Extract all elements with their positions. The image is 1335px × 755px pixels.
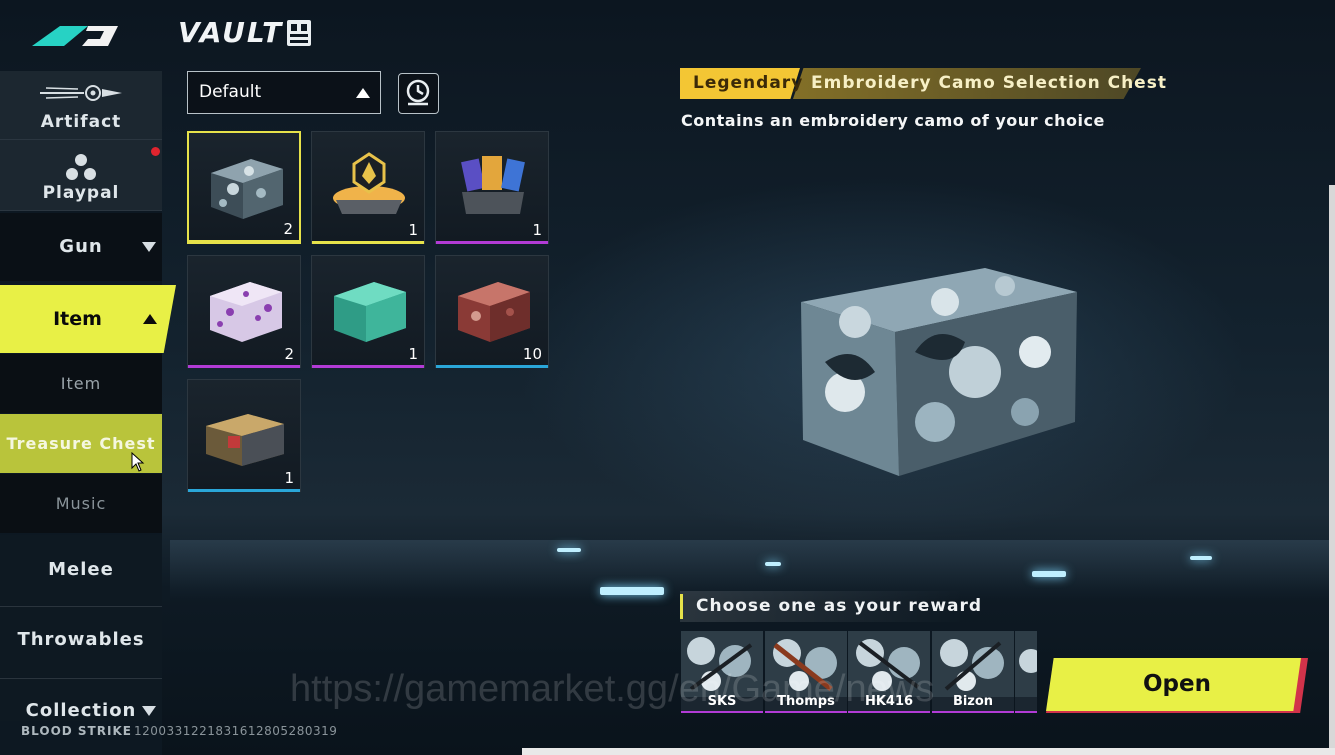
dropdown-value: Default (199, 82, 262, 102)
inventory-item[interactable]: 10 (435, 255, 549, 368)
item-quantity: 1 (408, 221, 418, 239)
camo-pattern-icon (932, 631, 1014, 697)
inventory-item[interactable]: 2 (187, 131, 301, 244)
item-quantity: 1 (532, 221, 542, 239)
desktop-taskbar (522, 748, 1335, 755)
notification-badge (151, 147, 160, 156)
blood-strike-logo (32, 26, 118, 46)
item-quantity: 10 (522, 345, 542, 363)
sidebar-item-label: Music (55, 494, 107, 513)
page-title: VAULT (178, 16, 284, 49)
rarity-bar (312, 365, 424, 368)
rarity-bar (188, 365, 300, 368)
sidebar-item-throwables[interactable]: Throwables (0, 607, 162, 677)
inventory-item[interactable]: 1 (435, 131, 549, 244)
purple-splatter-chest-icon (210, 282, 282, 342)
footer-id: 1200331221831612805280319 (134, 724, 338, 738)
floor-light (600, 587, 664, 595)
playpal-icon (66, 154, 96, 180)
reward-header-text: Choose one as your reward (696, 596, 983, 616)
sidebar-subitem-item[interactable]: Item (0, 354, 162, 413)
rarity-bar (312, 241, 424, 244)
embroidery-chest-icon (211, 159, 283, 219)
sidebar-item-playpal[interactable]: Playpal (0, 140, 162, 211)
teal-chest-icon (334, 282, 406, 342)
item-quantity: 2 (284, 345, 294, 363)
reward-option[interactable]: Bizon (932, 631, 1014, 713)
sort-dropdown[interactable]: Default (187, 71, 381, 114)
item-quantity: 1 (408, 345, 418, 363)
character-card-chest-icon (461, 156, 525, 214)
desktop-edge (1329, 185, 1335, 755)
sidebar-item-label: Gun (59, 236, 103, 257)
artifact-icon (40, 85, 122, 101)
item-name: Embroidery Camo Selection Chest (811, 73, 1167, 93)
floor-light (765, 562, 781, 566)
golden-emblem-chest-icon (333, 152, 405, 214)
sidebar-item-label: Collection (25, 700, 137, 721)
reward-option-partial[interactable] (1015, 631, 1037, 713)
sidebar-item-item[interactable]: Item (0, 285, 157, 353)
rarity-bar (436, 365, 548, 368)
locker-icon (287, 20, 311, 46)
footer-brand: BLOOD STRIKE (21, 724, 132, 738)
rarity-bar (188, 489, 300, 492)
sidebar-item-label: Playpal (42, 183, 120, 203)
red-camo-chest-icon (458, 282, 530, 342)
sidebar-item-label: Artifact (40, 112, 122, 132)
sidebar-item-label: Item (53, 308, 102, 330)
sidebar-item-melee[interactable]: Melee (0, 535, 162, 605)
inventory-item[interactable]: 1 (187, 379, 301, 492)
gold-supply-chest-icon (206, 414, 284, 466)
mouse-cursor-icon (131, 452, 145, 472)
sidebar-item-label: Item (60, 374, 102, 393)
sidebar-item-label: Melee (48, 559, 114, 580)
sidebar-item-collection[interactable]: Collection (0, 679, 162, 721)
inventory-item[interactable]: 2 (187, 255, 301, 368)
sidebar-item-gun[interactable]: Gun (0, 213, 162, 281)
floor-light (1032, 571, 1066, 577)
camo-pattern-icon (1015, 631, 1037, 697)
reward-label: Bizon (952, 694, 994, 709)
chevron-down-icon (142, 242, 156, 252)
chevron-up-icon (143, 314, 157, 324)
rarity-label: Legendary (693, 73, 804, 93)
rarity-bar (189, 240, 299, 243)
sidebar-item-label: Throwables (17, 629, 145, 650)
inventory-item[interactable]: 1 (311, 131, 425, 244)
item-quantity: 2 (283, 220, 293, 238)
item-description: Contains an embroidery camo of your choi… (681, 111, 1105, 130)
item-quantity: 1 (284, 469, 294, 487)
inventory-item[interactable]: 1 (311, 255, 425, 368)
rarity-bar (436, 241, 548, 244)
caret-up-icon (356, 88, 370, 98)
watermark: https://gamemarket.gg/en/Game/news (290, 668, 935, 710)
embroidery-chest-preview (801, 268, 1077, 476)
sidebar-item-artifact[interactable]: Artifact (0, 71, 162, 140)
chevron-down-icon (142, 706, 156, 716)
floor-light (1190, 556, 1212, 560)
reward-header-accent (680, 594, 683, 619)
clock-history-icon (406, 79, 430, 106)
floor-light (557, 548, 581, 552)
history-button[interactable] (398, 73, 439, 114)
sidebar-subitem-music[interactable]: Music (0, 474, 162, 533)
open-button-label: Open (1143, 671, 1211, 697)
sidebar-item-label: Treasure Chest (6, 434, 156, 453)
